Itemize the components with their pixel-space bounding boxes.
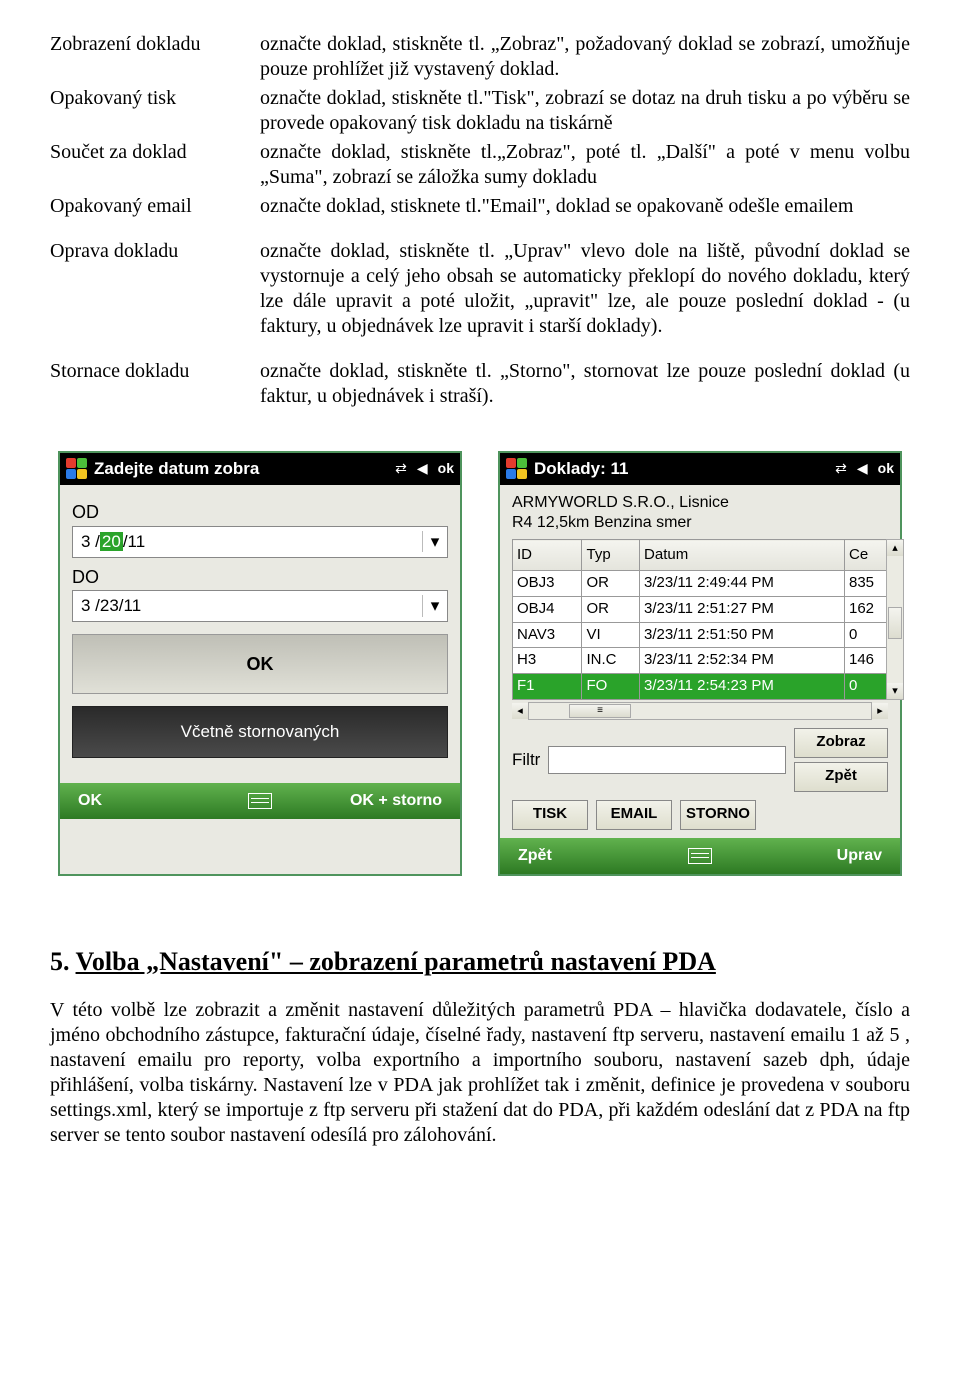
keyboard-icon[interactable] (688, 848, 712, 864)
document-page: Zobrazení dokladuoznačte doklad, stiskně… (0, 0, 960, 1208)
definition-description: označte doklad, stiskněte tl. „Uprav" vl… (260, 237, 910, 341)
definition-row: Oprava dokladuoznačte doklad, stiskněte … (50, 237, 910, 341)
definition-description: označte doklad, stisknete tl."Email", do… (260, 192, 910, 221)
table-row[interactable]: OBJ4OR3/23/11 2:51:27 PM162 (513, 596, 888, 622)
softkey-left[interactable]: Zpět (518, 846, 552, 866)
start-icon[interactable] (506, 458, 528, 480)
chevron-left-icon[interactable]: ◂ (512, 703, 528, 719)
pda-screenshot-date: Zadejte datum zobra ⇄ ◀ ok OD 3 /20/11 ▾… (58, 451, 462, 876)
ok-button[interactable]: ok (438, 460, 454, 478)
volume-icon[interactable]: ◀ (857, 460, 868, 478)
softkey-right[interactable]: OK + storno (350, 791, 442, 811)
section-heading: 5. Volba „Nastavení" – zobrazení paramet… (50, 946, 910, 979)
storno-button[interactable]: STORNO (680, 800, 756, 830)
email-button[interactable]: EMAIL (596, 800, 672, 830)
chevron-up-icon[interactable]: ▴ (887, 540, 903, 556)
keyboard-icon[interactable] (248, 793, 272, 809)
ok-button[interactable]: ok (878, 460, 894, 478)
window-title: Zadejte datum zobra (94, 458, 389, 479)
pda-screenshot-documents: Doklady: 11 ⇄ ◀ ok ARMYWORLD S.R.O., Lis… (498, 451, 902, 876)
filter-label: Filtr (512, 749, 540, 770)
title-bar: Doklady: 11 ⇄ ◀ ok (500, 453, 900, 485)
table-header-cell[interactable]: Ce (845, 540, 888, 571)
definition-description: označte doklad, stiskněte tl.„Zobraz", p… (260, 138, 910, 192)
definition-description: označte doklad, stiskněte tl."Tisk", zob… (260, 84, 910, 138)
vertical-scrollbar[interactable]: ▴ ▾ (886, 539, 904, 700)
definition-term: Opakovaný email (50, 192, 260, 221)
table-header-cell[interactable]: Typ (582, 540, 640, 571)
definition-term: Součet za doklad (50, 138, 260, 192)
definition-description: označte doklad, stiskněte tl. „Storno", … (260, 357, 910, 411)
window-title: Doklady: 11 (534, 458, 829, 479)
horizontal-scrollbar[interactable]: ◂ ≡ ▸ (512, 702, 888, 720)
connectivity-icon[interactable]: ⇄ (835, 460, 847, 478)
chevron-down-icon[interactable]: ▾ (422, 531, 447, 552)
table-row[interactable]: H3IN.C3/23/11 2:52:34 PM146 (513, 648, 888, 674)
definition-row: Opakovaný emailoznačte doklad, stisknete… (50, 192, 910, 221)
to-label: DO (72, 566, 448, 589)
definition-row: Zobrazení dokladuoznačte doklad, stiskně… (50, 30, 910, 84)
definition-row: Stornace dokladuoznačte doklad, stisknět… (50, 357, 910, 411)
definition-term: Oprava dokladu (50, 237, 260, 341)
documents-table-wrap: IDTypDatumCe OBJ3OR3/23/11 2:49:44 PM835… (504, 539, 896, 700)
soft-key-bar: Zpět Uprav (500, 838, 900, 874)
table-row[interactable]: NAV3VI3/23/11 2:51:50 PM0 (513, 622, 888, 648)
documents-table[interactable]: IDTypDatumCe OBJ3OR3/23/11 2:49:44 PM835… (512, 539, 888, 700)
soft-key-bar: OK OK + storno (60, 783, 460, 819)
definition-list: Zobrazení dokladuoznačte doklad, stiskně… (50, 30, 910, 411)
softkey-right[interactable]: Uprav (837, 846, 882, 866)
definition-row: Součet za dokladoznačte doklad, stisknět… (50, 138, 910, 192)
definition-row: Opakovaný tiskoznačte doklad, stiskněte … (50, 84, 910, 138)
from-label: OD (72, 501, 448, 524)
connectivity-icon[interactable]: ⇄ (395, 460, 407, 478)
chevron-down-icon[interactable]: ▾ (887, 683, 903, 699)
zpet-button[interactable]: Zpět (794, 762, 888, 792)
from-date-input[interactable]: 3 /20/11 ▾ (72, 526, 448, 558)
title-bar: Zadejte datum zobra ⇄ ◀ ok (60, 453, 460, 485)
section-paragraph: V této volbě lze zobrazit a změnit nasta… (50, 998, 910, 1148)
table-header-cell[interactable]: ID (513, 540, 582, 571)
scroll-thumb[interactable] (888, 607, 902, 639)
ok-big-button[interactable]: OK (72, 634, 448, 694)
customer-header: ARMYWORLD S.R.O., Lisnice R4 12,5km Benz… (504, 491, 896, 539)
definition-description: označte doklad, stiskněte tl. „Zobraz", … (260, 30, 910, 84)
softkey-left[interactable]: OK (78, 791, 102, 811)
start-icon[interactable] (66, 458, 88, 480)
tisk-button[interactable]: TISK (512, 800, 588, 830)
table-header-cell[interactable]: Datum (640, 540, 845, 571)
selected-day: 20 (100, 532, 123, 551)
filter-input[interactable] (548, 746, 786, 774)
zobraz-button[interactable]: Zobraz (794, 728, 888, 758)
to-date-input[interactable]: 3 /23/11 ▾ (72, 590, 448, 622)
screenshots-row: Zadejte datum zobra ⇄ ◀ ok OD 3 /20/11 ▾… (50, 451, 910, 876)
definition-term: Stornace dokladu (50, 357, 260, 411)
definition-term: Opakovaný tisk (50, 84, 260, 138)
table-row[interactable]: OBJ3OR3/23/11 2:49:44 PM835 (513, 571, 888, 597)
volume-icon[interactable]: ◀ (417, 460, 428, 478)
table-row[interactable]: F1FO3/23/11 2:54:23 PM0 (513, 674, 888, 700)
chevron-down-icon[interactable]: ▾ (422, 595, 447, 616)
definition-term: Zobrazení dokladu (50, 30, 260, 84)
scroll-thumb[interactable]: ≡ (569, 704, 631, 718)
include-cancelled-button[interactable]: Včetně stornovaných (72, 706, 448, 758)
chevron-right-icon[interactable]: ▸ (872, 703, 888, 719)
